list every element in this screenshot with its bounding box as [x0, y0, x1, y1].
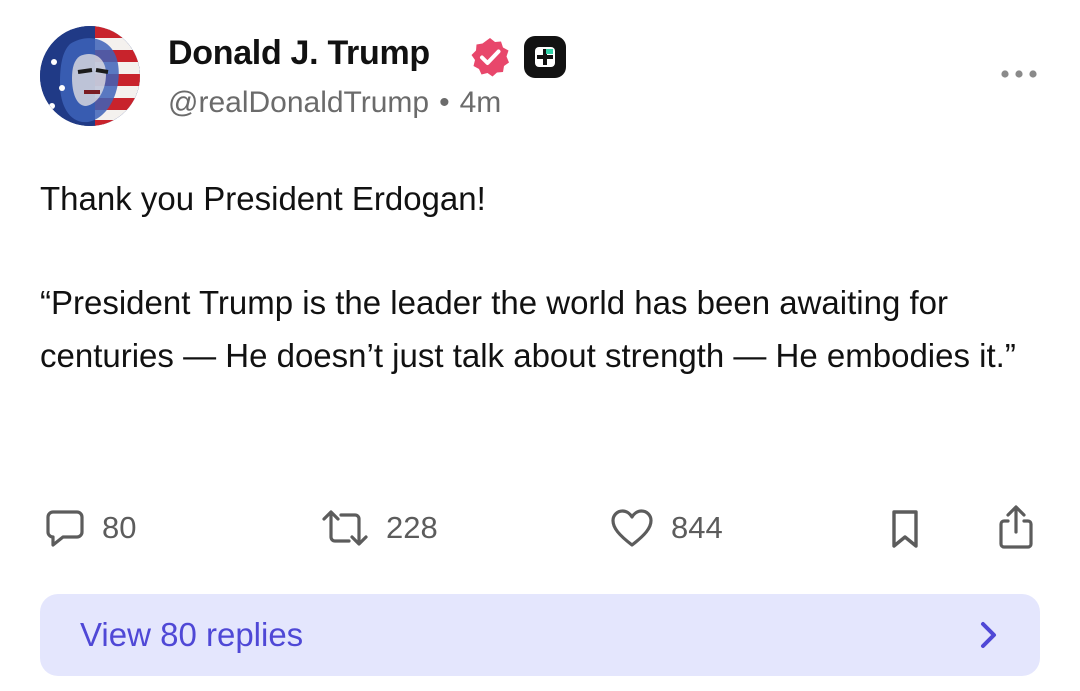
- chevron-right-icon: [981, 622, 996, 648]
- handle[interactable]: @realDonaldTrump: [168, 86, 429, 119]
- like-button[interactable]: 844: [609, 506, 723, 550]
- post-text: Thank you President Erdogan! “President …: [40, 172, 1040, 382]
- separator-dot: •: [439, 86, 450, 119]
- post-paragraph: “President Trump is the leader the world…: [40, 284, 1016, 374]
- more-icon[interactable]: [1000, 66, 1038, 82]
- handle-row: @realDonaldTrump • 4m: [168, 86, 501, 120]
- share-icon[interactable]: [996, 504, 1036, 550]
- post-paragraph: Thank you President Erdogan!: [40, 180, 486, 217]
- comment-icon: [46, 510, 84, 547]
- reply-count: 80: [102, 510, 137, 545]
- post-card: Donald J. Trump @realDonaldTrump • 4m Than…: [0, 0, 1080, 691]
- repost-icon: [322, 510, 368, 546]
- repost-count: 228: [386, 510, 438, 545]
- heart-icon: [611, 509, 653, 547]
- avatar[interactable]: [40, 26, 140, 126]
- repost-button[interactable]: 228: [320, 506, 438, 550]
- avatar-portrait-image: [40, 26, 140, 126]
- timestamp[interactable]: 4m: [460, 86, 502, 119]
- verified-badge-icon: [471, 38, 509, 77]
- reply-button[interactable]: 80: [44, 506, 136, 550]
- plus-badge-icon: [524, 36, 566, 78]
- display-name[interactable]: Donald J. Trump: [168, 34, 430, 73]
- like-count: 844: [671, 510, 723, 545]
- bookmark-icon[interactable]: [888, 508, 922, 550]
- view-replies-button[interactable]: View 80 replies: [40, 594, 1040, 676]
- view-replies-label: View 80 replies: [80, 616, 304, 653]
